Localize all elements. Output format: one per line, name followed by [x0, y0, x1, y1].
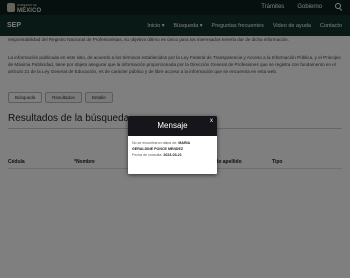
dialog-body: No se encontraron datos de: MARIA GERALD…	[132, 140, 216, 159]
query-date: 2023-03-21	[163, 153, 182, 158]
dialog-line-3: Fecha de consulta: 2023-03-21	[132, 153, 182, 158]
dialog-header: Mensaje x	[128, 116, 217, 136]
searched-name-first: MARIA	[178, 141, 191, 145]
dialog-title: Mensaje	[157, 121, 188, 130]
close-icon[interactable]: x	[210, 118, 213, 124]
searched-name-rest: GERALDINE PONCE MENDEZ	[132, 147, 184, 152]
message-dialog: Mensaje x No se encontraron datos de: MA…	[128, 116, 217, 174]
